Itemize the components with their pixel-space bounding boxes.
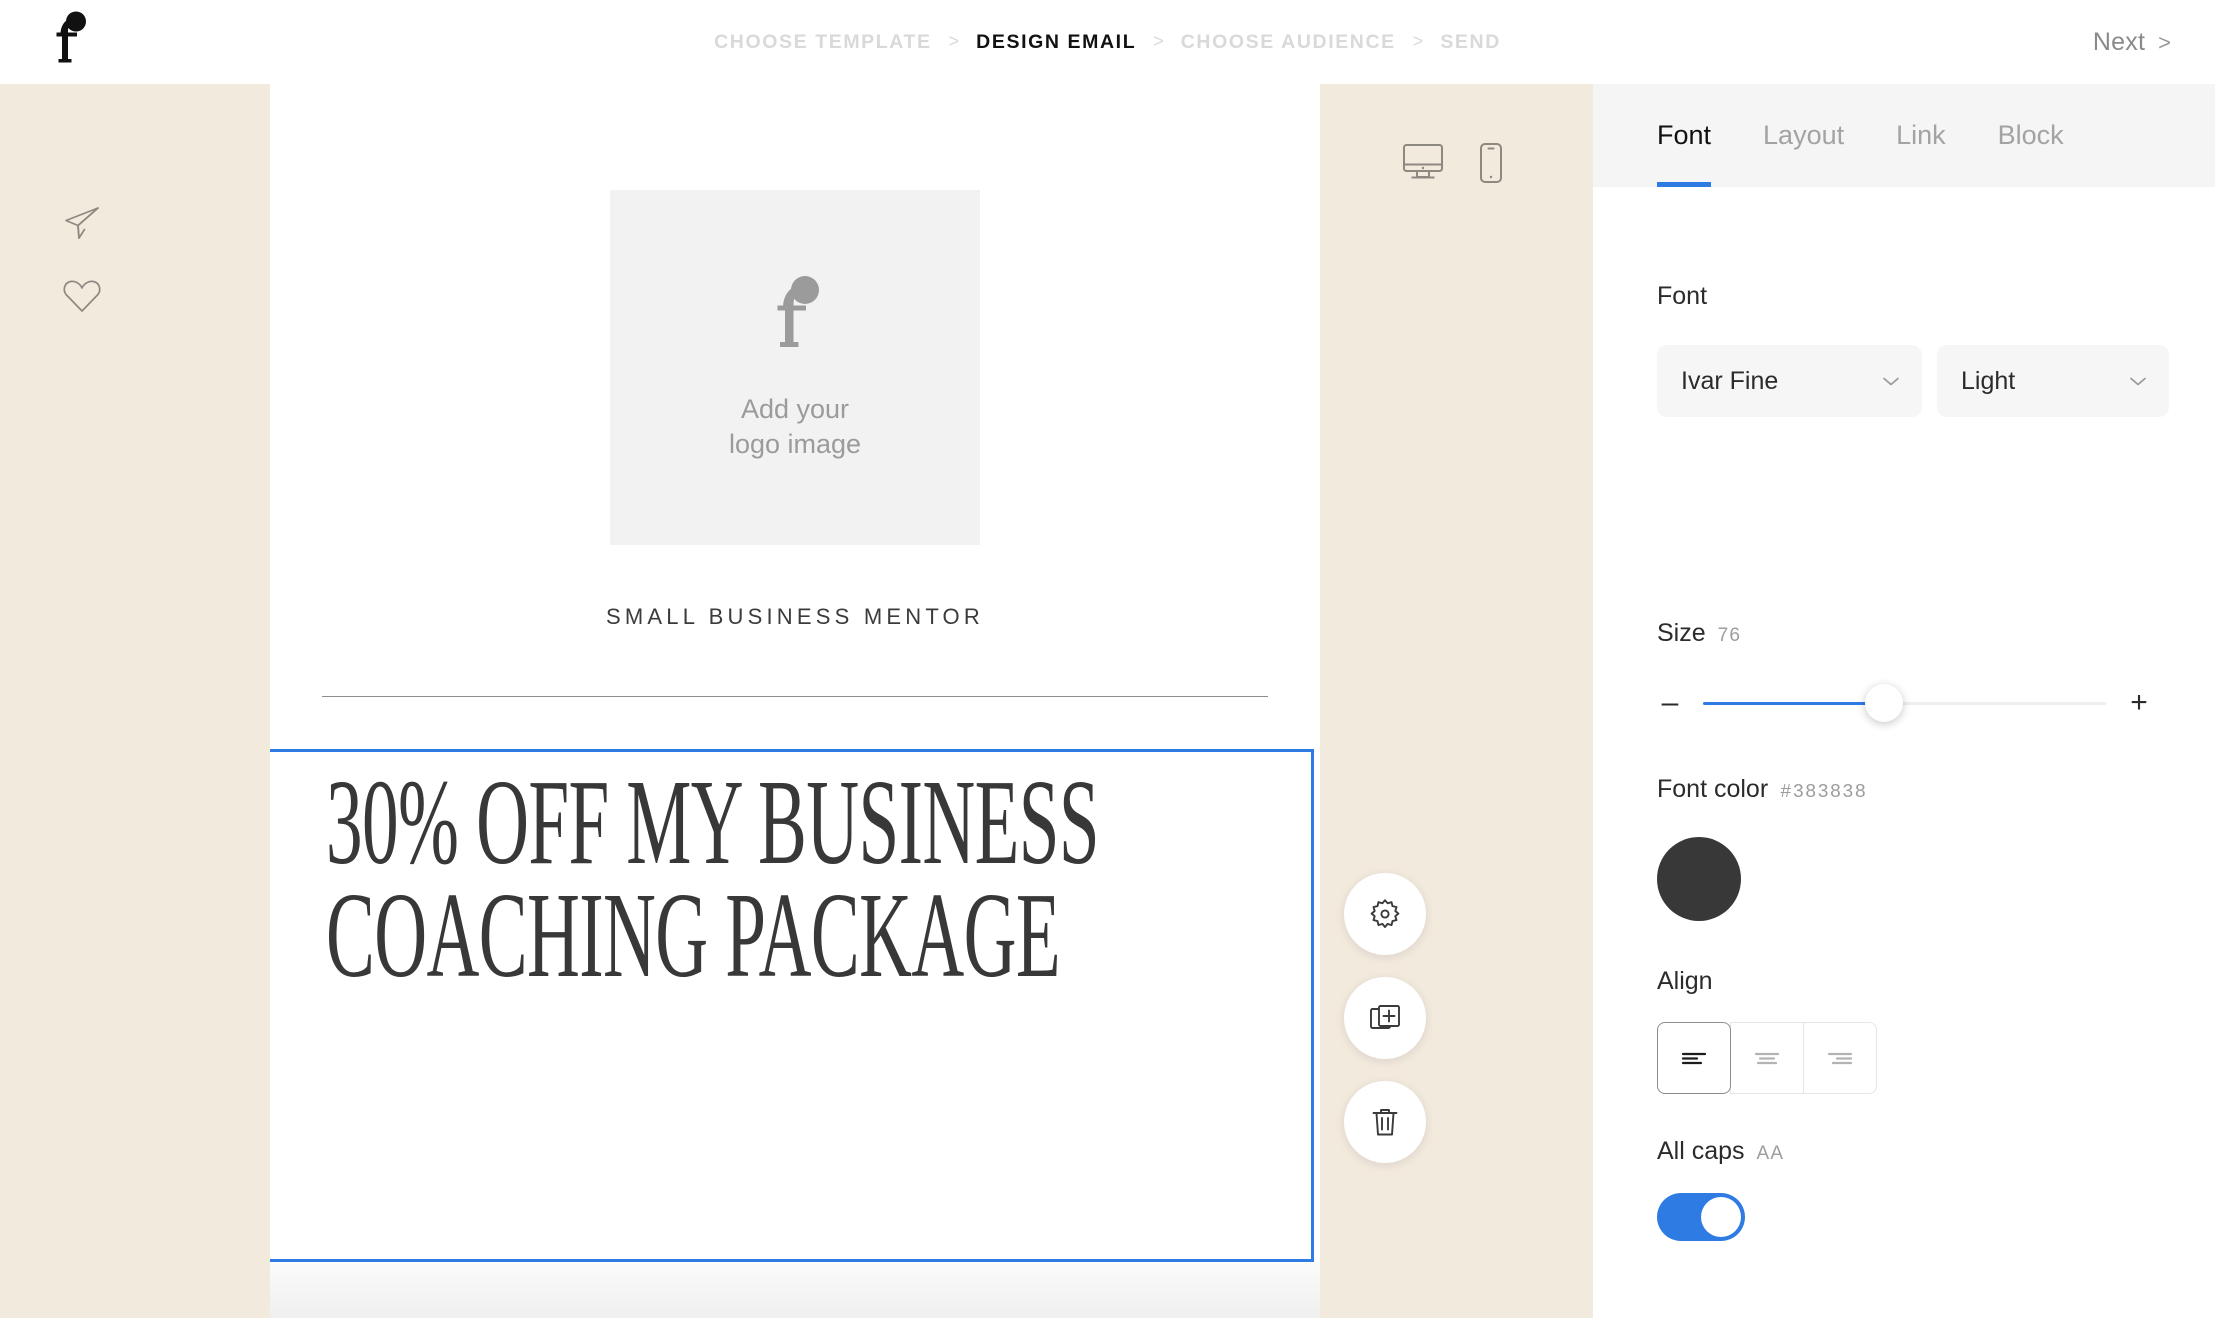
font-color-value: #383838 (1780, 781, 1867, 803)
breadcrumb-step-design-email[interactable]: DESIGN EMAIL (976, 31, 1136, 54)
top-bar: CHOOSE TEMPLATE > DESIGN EMAIL > CHOOSE … (0, 0, 2215, 84)
logo-placeholder-caption: Add your logo image (729, 392, 861, 461)
font-color-swatch[interactable] (1657, 837, 1741, 921)
size-label-text: Size (1657, 619, 1706, 647)
align-center-icon[interactable] (1730, 1022, 1804, 1094)
logo-placeholder-caption-line1: Add your (740, 393, 850, 424)
slider-fill (1703, 701, 1885, 705)
email-canvas: Add your logo image SMALL BUSINESS MENTO… (270, 84, 1320, 1318)
breadcrumb-separator: > (948, 30, 960, 51)
device-preview-toggles (1400, 142, 1504, 184)
all-caps-hint: AA (1756, 1143, 1785, 1164)
size-decrease-button[interactable]: – (1657, 688, 1683, 718)
logo-image-placeholder[interactable]: Add your logo image (610, 190, 980, 545)
tab-block[interactable]: Block (1998, 84, 2064, 187)
breadcrumb-separator: > (1412, 30, 1424, 51)
all-caps-section-label: All caps AA (1657, 1137, 1784, 1166)
font-section-label: Font (1657, 282, 1707, 311)
toggle-knob (1701, 1197, 1741, 1237)
chevron-down-icon (2129, 373, 2147, 390)
font-family-value: Ivar Fine (1681, 366, 1779, 395)
headline-text-block[interactable]: 30% off my business coaching package (270, 749, 1314, 1262)
font-weight-value: Light (1961, 366, 2016, 395)
breadcrumb-step-choose-audience[interactable]: CHOOSE AUDIENCE (1181, 31, 1396, 54)
headline-text[interactable]: 30% off my business coaching package (326, 762, 1196, 997)
duplicate-icon[interactable] (1344, 977, 1426, 1059)
font-weight-select[interactable]: Light (1937, 345, 2169, 417)
font-color-label-text: Font color (1657, 775, 1769, 803)
size-section-label: Size 76 (1657, 619, 1741, 648)
next-button-label: Next (2092, 27, 2146, 56)
logo-placeholder-caption-line2: logo image (728, 428, 862, 459)
align-button-group (1657, 1022, 1877, 1094)
all-caps-label-text: All caps (1657, 1137, 1745, 1165)
desktop-icon[interactable] (1400, 143, 1446, 183)
paper-plane-icon[interactable] (55, 197, 109, 251)
tab-layout[interactable]: Layout (1763, 84, 1844, 187)
align-right-icon[interactable] (1803, 1022, 1877, 1094)
app-root: CHOOSE TEMPLATE > DESIGN EMAIL > CHOOSE … (0, 0, 2215, 1318)
align-left-icon[interactable] (1657, 1022, 1731, 1094)
breadcrumb-step-choose-template[interactable]: CHOOSE TEMPLATE (714, 31, 932, 54)
canvas-footer-area (270, 1263, 1320, 1318)
next-button[interactable]: Next > (2093, 0, 2171, 84)
slider-knob[interactable] (1865, 684, 1904, 722)
all-caps-toggle[interactable] (1657, 1193, 1745, 1241)
align-label-text: Align (1657, 967, 1713, 995)
brand-name-text[interactable]: SMALL BUSINESS MENTOR (270, 604, 1320, 630)
trash-icon[interactable] (1344, 1081, 1426, 1163)
size-increase-button[interactable]: + (2126, 688, 2152, 718)
chevron-down-icon (1882, 373, 1900, 390)
font-color-section-label: Font color #383838 (1657, 775, 1867, 804)
font-label-text: Font (1657, 282, 1708, 310)
breadcrumb-separator: > (1153, 30, 1164, 51)
gear-icon[interactable] (1344, 873, 1426, 955)
panel-tabs: Font Layout Link Block (1593, 84, 2215, 187)
canvas-right-gutter (1320, 84, 1593, 1318)
font-family-select[interactable]: Ivar Fine (1657, 345, 1922, 417)
tab-font[interactable]: Font (1657, 84, 1712, 187)
block-action-buttons (1344, 873, 1426, 1163)
size-value: 76 (1717, 625, 1742, 646)
breadcrumb: CHOOSE TEMPLATE > DESIGN EMAIL > CHOOSE … (0, 0, 2215, 84)
breadcrumb-step-send[interactable]: SEND (1440, 31, 1501, 54)
size-slider-row: – + (1657, 675, 2152, 731)
heart-icon[interactable] (55, 269, 109, 323)
chevron-right-icon: > (2158, 30, 2171, 55)
tab-link[interactable]: Link (1896, 84, 1946, 187)
mobile-icon[interactable] (1478, 142, 1504, 184)
properties-panel: Font Layout Link Block Font Ivar Fine Li… (1593, 84, 2215, 1318)
align-section-label: Align (1657, 967, 1713, 996)
size-slider[interactable] (1703, 675, 2106, 731)
flodesk-f-logo-icon (764, 274, 826, 352)
font-selectors: Ivar Fine Light (1657, 345, 2169, 417)
left-sidebar (0, 84, 270, 1318)
email-divider (322, 696, 1268, 697)
